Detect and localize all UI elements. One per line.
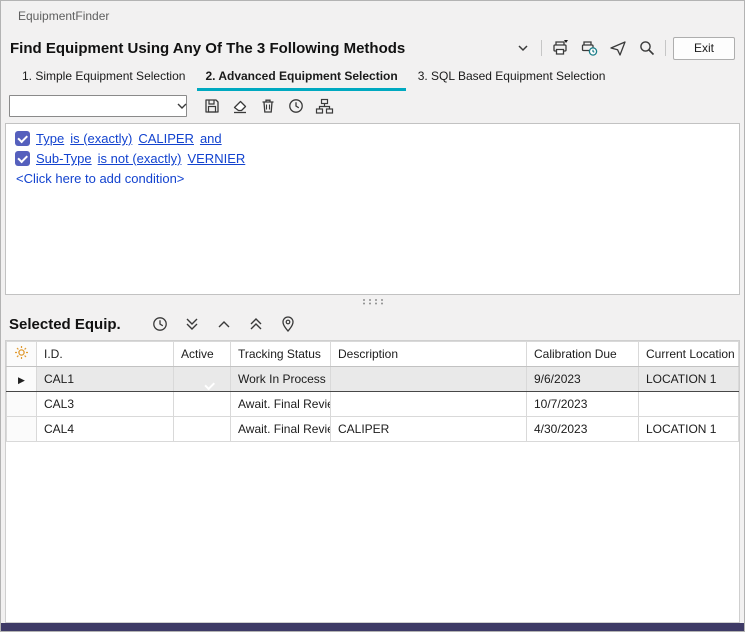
cell-active[interactable] — [174, 417, 231, 442]
column-header-current-location[interactable]: Current Location — [639, 342, 739, 367]
history-icon[interactable] — [285, 95, 307, 117]
chevron-down-icon[interactable] — [512, 37, 534, 59]
header: Find Equipment Using Any Of The 3 Follow… — [1, 31, 744, 65]
cell-active[interactable] — [174, 392, 231, 417]
table-row[interactable]: ▶ CAL1 Work In Process 9/6/2023 LOCATION… — [7, 367, 739, 392]
condition-value-link[interactable]: VERNIER — [187, 151, 245, 166]
tab-strip: 1. Simple Equipment Selection 2. Advance… — [1, 65, 744, 91]
condition-checkbox[interactable] — [15, 151, 30, 166]
cell-current-location[interactable] — [639, 392, 739, 417]
cell-current-location[interactable]: LOCATION 1 — [639, 367, 739, 392]
row-selector-cell[interactable] — [7, 392, 37, 417]
exit-button[interactable]: Exit — [673, 37, 735, 60]
cell-calibration-due[interactable]: 4/30/2023 — [527, 417, 639, 442]
tab-sql-selection[interactable]: 3. SQL Based Equipment Selection — [410, 65, 614, 91]
grid-header-row: I.D. Active Tracking Status Description … — [7, 342, 739, 367]
cell-id[interactable]: CAL1 — [37, 367, 174, 392]
table-row[interactable]: CAL4 Await. Final Review CALIPER 4/30/20… — [7, 417, 739, 442]
column-header-tracking-status[interactable]: Tracking Status — [231, 342, 331, 367]
equipment-finder-window: EquipmentFinder Find Equipment Using Any… — [0, 0, 745, 632]
app-title: EquipmentFinder — [18, 9, 109, 23]
cell-active[interactable] — [174, 367, 231, 392]
page-title: Find Equipment Using Any Of The 3 Follow… — [10, 40, 405, 57]
column-header-calibration-due[interactable]: Calibration Due — [527, 342, 639, 367]
condition-operator-link[interactable]: is (exactly) — [70, 131, 132, 146]
column-header-active[interactable]: Active — [174, 342, 231, 367]
save-icon[interactable] — [201, 95, 223, 117]
cell-tracking-status[interactable]: Work In Process — [231, 367, 331, 392]
sun-icon — [14, 345, 29, 360]
condition-operator-link[interactable]: is not (exactly) — [98, 151, 182, 166]
saved-filter-combobox[interactable] — [9, 95, 187, 117]
saved-filter-input[interactable] — [10, 96, 177, 116]
selected-equip-header: Selected Equip. — [1, 308, 744, 340]
splitter-grip — [361, 298, 385, 305]
splitter-handle[interactable] — [1, 295, 744, 308]
clock-icon[interactable] — [149, 313, 171, 335]
double-chevron-down-icon[interactable] — [181, 313, 203, 335]
cell-current-location[interactable]: LOCATION 1 — [639, 417, 739, 442]
current-row-arrow-icon: ▶ — [18, 375, 25, 385]
separator — [665, 40, 666, 56]
separator — [541, 40, 542, 56]
table-row[interactable]: CAL3 Await. Final Review 10/7/2023 — [7, 392, 739, 417]
row-selector-cell[interactable]: ▶ — [7, 367, 37, 392]
cell-description[interactable] — [331, 392, 527, 417]
title-bar: EquipmentFinder — [1, 1, 744, 31]
filter-toolbar — [1, 91, 744, 121]
condition-value-link[interactable]: CALIPER — [138, 131, 194, 146]
tab-advanced-selection[interactable]: 2. Advanced Equipment Selection — [197, 65, 405, 91]
cell-tracking-status[interactable]: Await. Final Review — [231, 417, 331, 442]
search-icon[interactable] — [636, 37, 658, 59]
condition-panel: Type is (exactly) CALIPER and Sub-Type i… — [5, 123, 740, 295]
combo-chevron-down-icon[interactable] — [177, 103, 187, 110]
column-header-id[interactable]: I.D. — [37, 342, 174, 367]
printer-icon[interactable] — [549, 37, 571, 59]
cell-description[interactable] — [331, 367, 527, 392]
cell-calibration-due[interactable]: 9/6/2023 — [527, 367, 639, 392]
condition-row: Type is (exactly) CALIPER and — [15, 131, 730, 146]
condition-field-link[interactable]: Type — [36, 131, 64, 146]
location-pin-icon[interactable] — [277, 313, 299, 335]
cell-calibration-due[interactable]: 10/7/2023 — [527, 392, 639, 417]
chevron-up-icon[interactable] — [213, 313, 235, 335]
condition-checkbox[interactable] — [15, 131, 30, 146]
cell-id[interactable]: CAL3 — [37, 392, 174, 417]
cell-tracking-status[interactable]: Await. Final Review — [231, 392, 331, 417]
send-icon[interactable] — [607, 37, 629, 59]
field-chooser-icon[interactable] — [313, 95, 335, 117]
condition-row: Sub-Type is not (exactly) VERNIER — [15, 151, 730, 166]
bottom-status-bar — [1, 623, 744, 631]
printer-settings-icon[interactable] — [578, 37, 600, 59]
cell-description[interactable]: CALIPER — [331, 417, 527, 442]
grid-corner-cell[interactable] — [7, 342, 37, 367]
equipment-grid: I.D. Active Tracking Status Description … — [5, 340, 740, 623]
condition-conjunction-link[interactable]: and — [200, 131, 222, 146]
selected-equip-title: Selected Equip. — [9, 316, 121, 333]
add-condition-link[interactable]: <Click here to add condition> — [15, 171, 730, 186]
eraser-icon[interactable] — [229, 95, 251, 117]
row-selector-cell[interactable] — [7, 417, 37, 442]
trash-icon[interactable] — [257, 95, 279, 117]
double-chevron-up-icon[interactable] — [245, 313, 267, 335]
tab-simple-selection[interactable]: 1. Simple Equipment Selection — [14, 65, 193, 91]
column-header-description[interactable]: Description — [331, 342, 527, 367]
condition-field-link[interactable]: Sub-Type — [36, 151, 92, 166]
cell-id[interactable]: CAL4 — [37, 417, 174, 442]
